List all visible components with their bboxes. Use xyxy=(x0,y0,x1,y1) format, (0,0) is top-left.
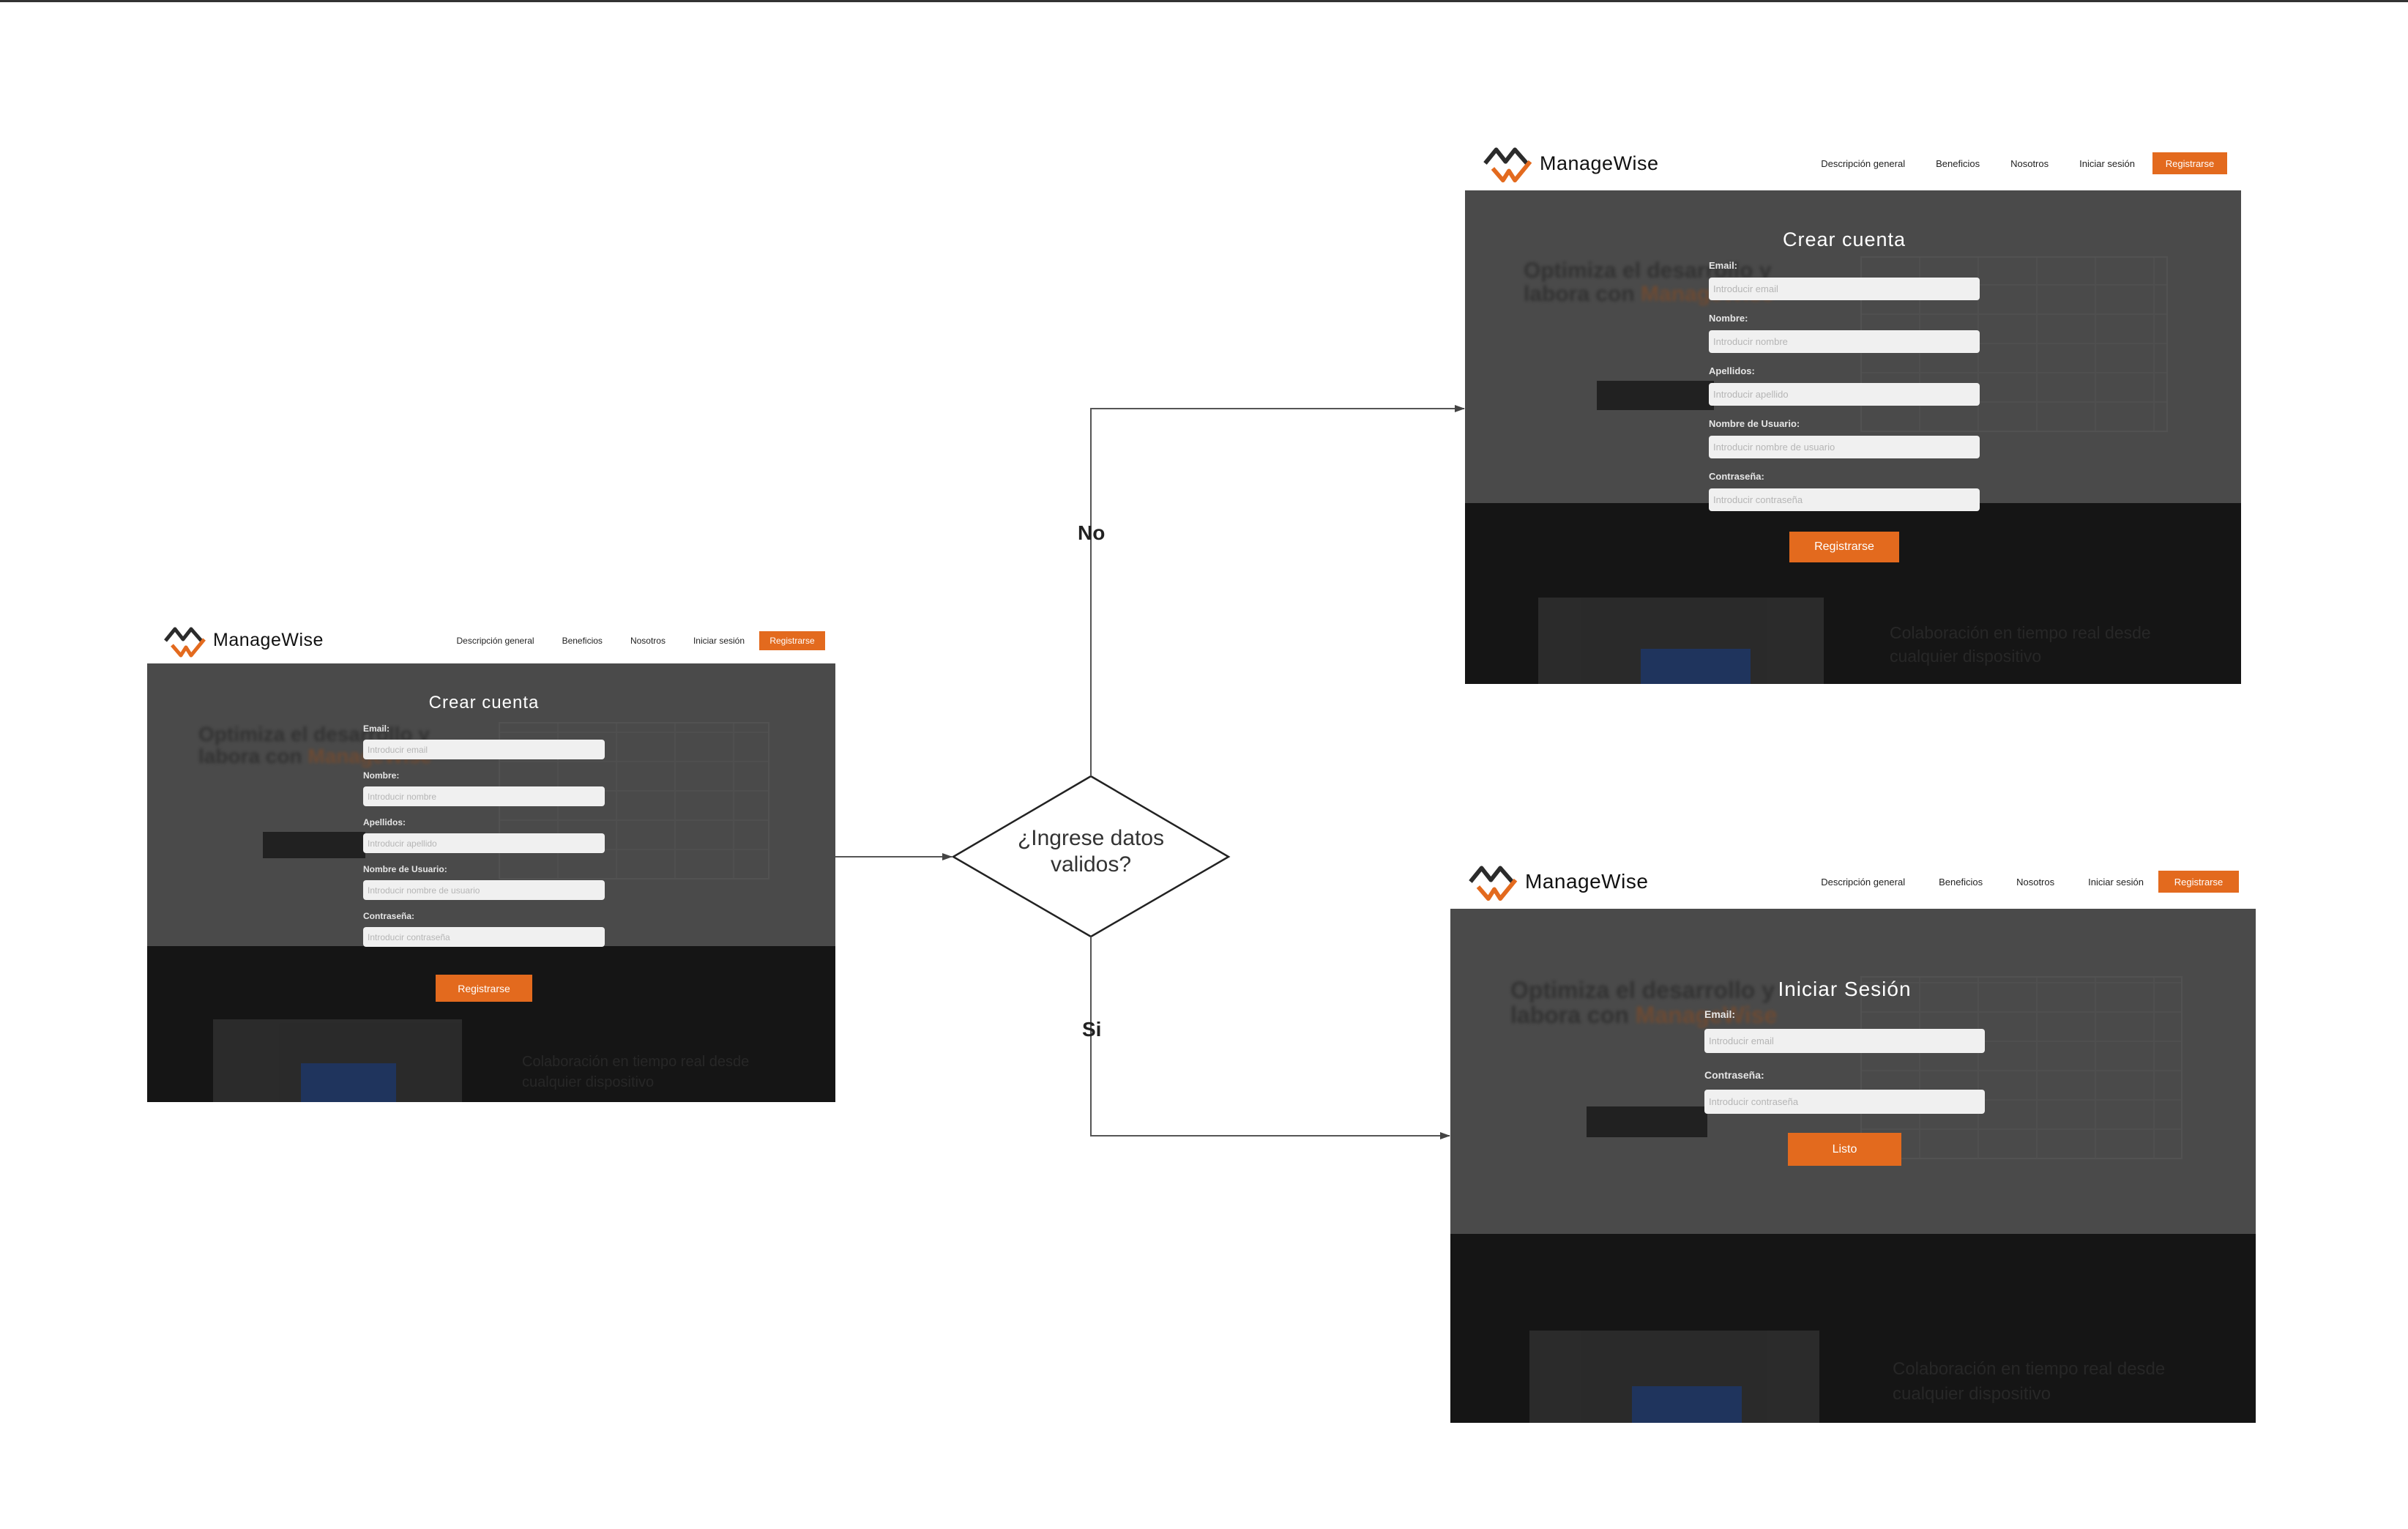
form-title: Iniciar Sesión xyxy=(1778,978,1912,1000)
main-nav: Descripción general Beneficios Nosotros … xyxy=(457,630,825,650)
site-header: ManageWise Descripción general Beneficio… xyxy=(1450,855,2256,909)
managewise-logo-icon xyxy=(164,627,206,657)
nav-nosotros[interactable]: Nosotros xyxy=(2016,877,2054,888)
nav-register-button[interactable]: Registrarse xyxy=(2158,871,2239,893)
email-label: Email: xyxy=(363,723,390,734)
email-input[interactable] xyxy=(363,740,605,759)
apellidos-input[interactable] xyxy=(363,833,605,853)
nav-nosotros[interactable]: Nosotros xyxy=(630,636,666,646)
password-label: Contraseña: xyxy=(363,911,415,921)
branch-yes-label: Si xyxy=(1082,1018,1102,1041)
nav-iniciar-sesion[interactable]: Iniciar sesión xyxy=(2088,877,2144,888)
nav-descripcion[interactable]: Descripción general xyxy=(457,636,534,646)
blurred-feature-text: Colaboración en tiempo real desde cualqui… xyxy=(1890,623,2151,666)
blurred-hero-button xyxy=(263,832,365,858)
nav-descripcion[interactable]: Descripción general xyxy=(1821,158,1905,169)
apellidos-label: Apellidos: xyxy=(1709,365,1755,376)
decision-label: ¿Ingrese datos validos? xyxy=(988,825,1193,878)
managewise-logo-icon xyxy=(1469,866,1518,901)
register-submit-button[interactable]: Registrarse xyxy=(1789,532,1899,562)
blurred-feature-text: Colaboración en tiempo real desde cualqui… xyxy=(1893,1359,2166,1404)
blurred-hero-button xyxy=(1597,381,1714,410)
branch-no-label: No xyxy=(1078,521,1106,544)
decision-line-2: validos? xyxy=(1050,852,1132,877)
email-label: Email: xyxy=(1704,1008,1736,1020)
password-label: Contraseña: xyxy=(1704,1069,1764,1081)
screen-body: Optimiza el desarrollo ylabora con Manag… xyxy=(1465,190,2241,684)
logo[interactable]: ManageWise xyxy=(1483,143,1659,184)
nav-beneficios[interactable]: Beneficios xyxy=(1936,158,1980,169)
email-input[interactable] xyxy=(1709,278,1980,300)
password-input[interactable] xyxy=(363,927,605,947)
nav-register-button[interactable]: Registrarse xyxy=(2152,152,2227,174)
screen-register-initial: ManageWise Descripción general Beneficio… xyxy=(147,617,835,1102)
screen-login: ManageWise Descripción general Beneficio… xyxy=(1450,855,2256,1423)
brand-name: ManageWise xyxy=(1525,870,1649,893)
edge-yes xyxy=(1090,937,1450,1139)
usuario-input[interactable] xyxy=(363,880,605,900)
decision-line-1: ¿Ingrese datos xyxy=(1017,826,1165,850)
password-label: Contraseña: xyxy=(1709,471,1764,482)
nav-beneficios[interactable]: Beneficios xyxy=(562,636,603,646)
register-form: Crear cuenta Email: Nombre: Apellidos: N… xyxy=(1709,228,1980,562)
email-label: Email: xyxy=(1709,260,1738,271)
brand-name: ManageWise xyxy=(1540,152,1659,174)
usuario-label: Nombre de Usuario: xyxy=(1709,418,1800,429)
usuario-input[interactable] xyxy=(1709,436,1980,458)
login-form: Iniciar Sesión Email: Contraseña: Listo xyxy=(1704,978,1985,1166)
password-input[interactable] xyxy=(1704,1090,1985,1114)
form-title: Crear cuenta xyxy=(1782,228,1906,250)
logo[interactable]: ManageWise xyxy=(163,623,324,658)
apellidos-label: Apellidos: xyxy=(363,817,406,827)
nav-register-button[interactable]: Registrarse xyxy=(759,630,825,650)
nombre-label: Nombre: xyxy=(1709,313,1748,324)
nav-iniciar-sesion[interactable]: Iniciar sesión xyxy=(2079,158,2135,169)
site-header: ManageWise Descripción general Beneficio… xyxy=(1465,136,2241,190)
site-header: ManageWise Descripción general Beneficio… xyxy=(147,617,835,663)
apellidos-input[interactable] xyxy=(1709,383,1980,406)
nav-nosotros[interactable]: Nosotros xyxy=(2010,158,2049,169)
blurred-screenshot xyxy=(213,1019,462,1102)
register-submit-button[interactable]: Registrarse xyxy=(436,975,532,1002)
nombre-input[interactable] xyxy=(1709,330,1980,353)
form-title: Crear cuenta xyxy=(428,693,540,713)
blurred-screenshot xyxy=(1538,598,1824,684)
blurred-hero-button xyxy=(1587,1106,1707,1137)
logo[interactable]: ManageWise xyxy=(1468,861,1648,902)
nav-iniciar-sesion[interactable]: Iniciar sesión xyxy=(693,636,745,646)
usuario-label: Nombre de Usuario: xyxy=(363,864,447,874)
blurred-feature-text: Colaboración en tiempo real desde cualqui… xyxy=(522,1054,750,1090)
brand-name: ManageWise xyxy=(213,630,324,650)
screen-body: Optimiza el desarrollo ylabora con Manag… xyxy=(1450,909,2256,1423)
nav-beneficios[interactable]: Beneficios xyxy=(1939,877,1983,888)
main-nav: Descripción general Beneficios Nosotros … xyxy=(1821,152,2227,174)
screen-body: Optimiza el desarrollo ylabora con Manag… xyxy=(147,663,835,1102)
email-input[interactable] xyxy=(1704,1029,1985,1053)
nombre-label: Nombre: xyxy=(363,770,400,781)
blurred-screenshot xyxy=(1529,1331,1819,1423)
login-submit-button[interactable]: Listo xyxy=(1788,1133,1901,1166)
nav-descripcion[interactable]: Descripción general xyxy=(1821,877,1905,888)
main-nav: Descripción general Beneficios Nosotros … xyxy=(1821,871,2239,893)
register-form: Crear cuenta Email: Nombre: Apellidos: N… xyxy=(363,693,605,1002)
edge-no xyxy=(1090,405,1465,776)
password-input[interactable] xyxy=(1709,488,1980,511)
nombre-input[interactable] xyxy=(363,786,605,806)
managewise-logo-icon xyxy=(1483,147,1532,183)
screen-register-retry: ManageWise Descripción general Beneficio… xyxy=(1465,136,2241,684)
